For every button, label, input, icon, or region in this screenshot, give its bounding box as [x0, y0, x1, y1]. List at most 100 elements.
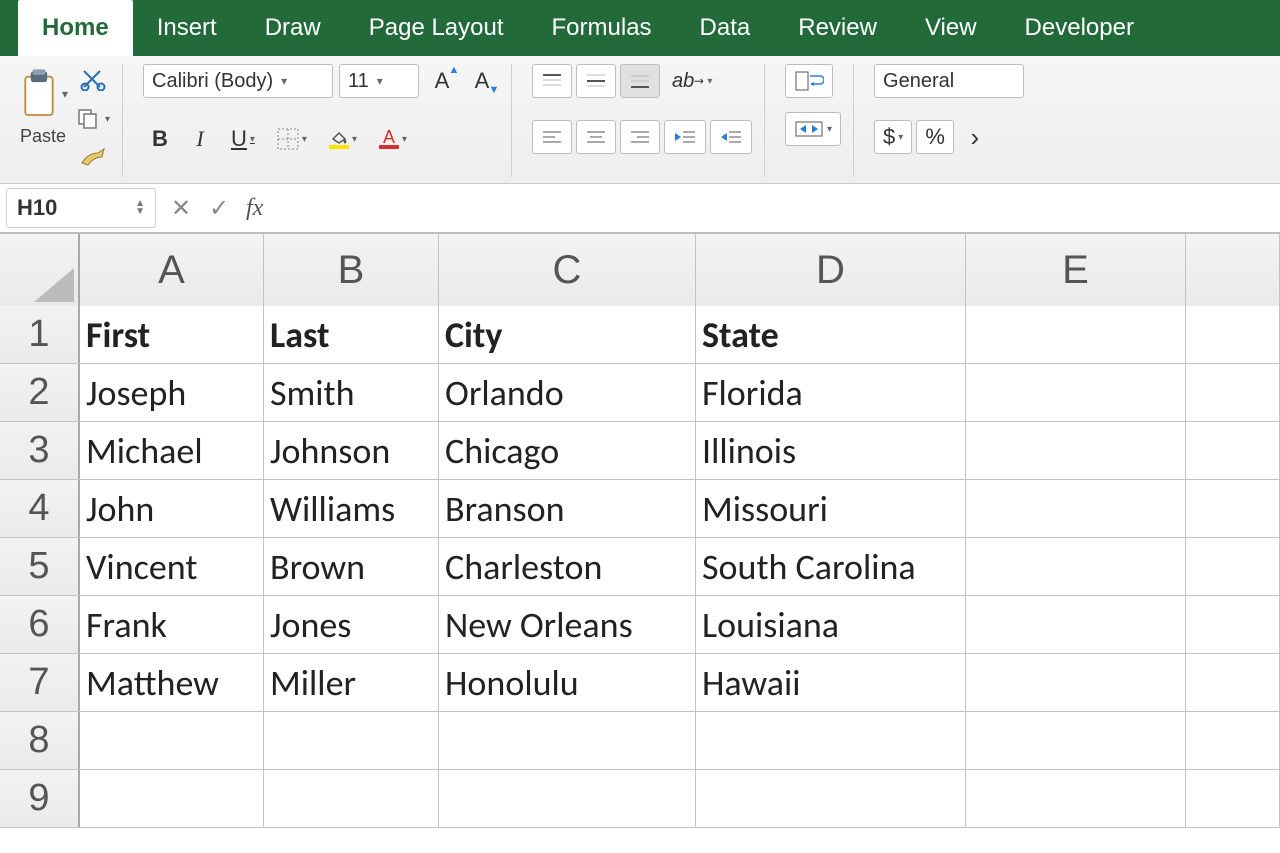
tab-formulas[interactable]: Formulas [528, 0, 676, 56]
accept-formula-button[interactable]: ✓ [200, 188, 238, 228]
percent-button[interactable]: % [916, 120, 954, 154]
cancel-formula-button[interactable]: ✕ [162, 188, 200, 228]
shrink-font-button[interactable]: A▼ [465, 64, 499, 98]
chevron-down-icon[interactable]: ▾ [250, 134, 255, 145]
chevron-down-icon[interactable]: ▾ [898, 132, 903, 143]
align-middle-button[interactable] [576, 64, 616, 98]
cell[interactable]: Hawaii [696, 654, 966, 711]
cell[interactable]: Last [264, 306, 439, 363]
cell[interactable] [966, 712, 1186, 769]
row-header[interactable]: 9 [0, 770, 80, 827]
cell[interactable] [696, 712, 966, 769]
font-color-button[interactable]: A ▾ [371, 122, 415, 156]
chevron-down-icon[interactable]: ▾ [827, 124, 832, 135]
comma-style-button[interactable]: › [958, 120, 992, 154]
align-bottom-button[interactable] [620, 64, 660, 98]
cell[interactable]: Frank [80, 596, 264, 653]
cell[interactable]: New Orleans [439, 596, 696, 653]
underline-button[interactable]: U▾ [223, 122, 263, 156]
cell[interactable] [1186, 712, 1280, 769]
cell[interactable]: Charleston [439, 538, 696, 595]
tab-insert[interactable]: Insert [133, 0, 241, 56]
cell[interactable] [966, 422, 1186, 479]
bold-button[interactable]: B [143, 122, 177, 156]
increase-indent-button[interactable] [710, 120, 752, 154]
tab-view[interactable]: View [901, 0, 1001, 56]
cell[interactable]: First [80, 306, 264, 363]
copy-button[interactable]: ▾ [76, 104, 110, 134]
col-header-d[interactable]: D [696, 234, 966, 306]
cell[interactable] [439, 770, 696, 827]
cut-button[interactable] [76, 64, 110, 94]
cell[interactable] [966, 596, 1186, 653]
font-size-combo[interactable]: 11 ▾ [339, 64, 419, 98]
chevron-down-icon[interactable]: ▾ [281, 74, 287, 88]
select-all-corner[interactable] [0, 234, 80, 306]
row-header[interactable]: 6 [0, 596, 80, 653]
row-header[interactable]: 1 [0, 306, 80, 363]
cell[interactable] [439, 712, 696, 769]
borders-button[interactable]: ▾ [269, 122, 315, 156]
chevron-down-icon[interactable]: ▾ [707, 76, 712, 87]
col-header-b[interactable]: B [264, 234, 439, 306]
chevron-down-icon[interactable]: ▾ [105, 114, 110, 125]
cell[interactable]: Michael [80, 422, 264, 479]
cell[interactable] [1186, 480, 1280, 537]
cell[interactable]: Branson [439, 480, 696, 537]
cell[interactable] [966, 480, 1186, 537]
cell[interactable]: Louisiana [696, 596, 966, 653]
tab-review[interactable]: Review [774, 0, 901, 56]
cell[interactable]: Orlando [439, 364, 696, 421]
cell[interactable]: Chicago [439, 422, 696, 479]
row-header[interactable]: 2 [0, 364, 80, 421]
tab-draw[interactable]: Draw [241, 0, 345, 56]
currency-button[interactable]: $▾ [874, 120, 912, 154]
cell[interactable]: Jones [264, 596, 439, 653]
cell[interactable]: Illinois [696, 422, 966, 479]
cell[interactable] [966, 306, 1186, 363]
cell[interactable] [696, 770, 966, 827]
cell[interactable]: Matthew [80, 654, 264, 711]
decrease-indent-button[interactable] [664, 120, 706, 154]
cell[interactable] [1186, 538, 1280, 595]
tab-developer[interactable]: Developer [1001, 0, 1158, 56]
chevron-down-icon[interactable]: ▾ [402, 134, 407, 145]
paste-button[interactable]: ▾ [18, 64, 68, 124]
cell[interactable]: South Carolina [696, 538, 966, 595]
cell[interactable]: Vincent [80, 538, 264, 595]
col-header-c[interactable]: C [439, 234, 696, 306]
italic-button[interactable]: I [183, 122, 217, 156]
orientation-button[interactable]: ab↗ ▾ [664, 64, 720, 98]
cell[interactable] [1186, 422, 1280, 479]
spinner-icon[interactable]: ▲▼ [135, 200, 145, 216]
wrap-text-button[interactable] [785, 64, 833, 98]
cell[interactable]: Missouri [696, 480, 966, 537]
align-right-button[interactable] [620, 120, 660, 154]
cell[interactable] [1186, 364, 1280, 421]
cell[interactable] [264, 770, 439, 827]
font-name-combo[interactable]: Calibri (Body) ▾ [143, 64, 333, 98]
row-header[interactable]: 8 [0, 712, 80, 769]
cell[interactable]: City [439, 306, 696, 363]
cell[interactable] [966, 654, 1186, 711]
number-format-combo[interactable]: General [874, 64, 1024, 98]
cell[interactable]: Miller [264, 654, 439, 711]
cell[interactable]: Williams [264, 480, 439, 537]
chevron-down-icon[interactable]: ▾ [62, 87, 68, 101]
fill-color-button[interactable]: ▾ [321, 122, 365, 156]
cell[interactable]: Joseph [80, 364, 264, 421]
cell[interactable]: Florida [696, 364, 966, 421]
cell[interactable]: John [80, 480, 264, 537]
cell[interactable]: Smith [264, 364, 439, 421]
grow-font-button[interactable]: A▲ [425, 64, 459, 98]
cell[interactable] [1186, 654, 1280, 711]
merge-button[interactable]: ▾ [785, 112, 841, 146]
cell[interactable]: State [696, 306, 966, 363]
cell[interactable] [966, 770, 1186, 827]
cell[interactable] [966, 364, 1186, 421]
col-header-e[interactable]: E [966, 234, 1186, 306]
format-painter-button[interactable] [76, 144, 110, 174]
cell[interactable]: Brown [264, 538, 439, 595]
cell[interactable]: Johnson [264, 422, 439, 479]
cell[interactable] [1186, 306, 1280, 363]
